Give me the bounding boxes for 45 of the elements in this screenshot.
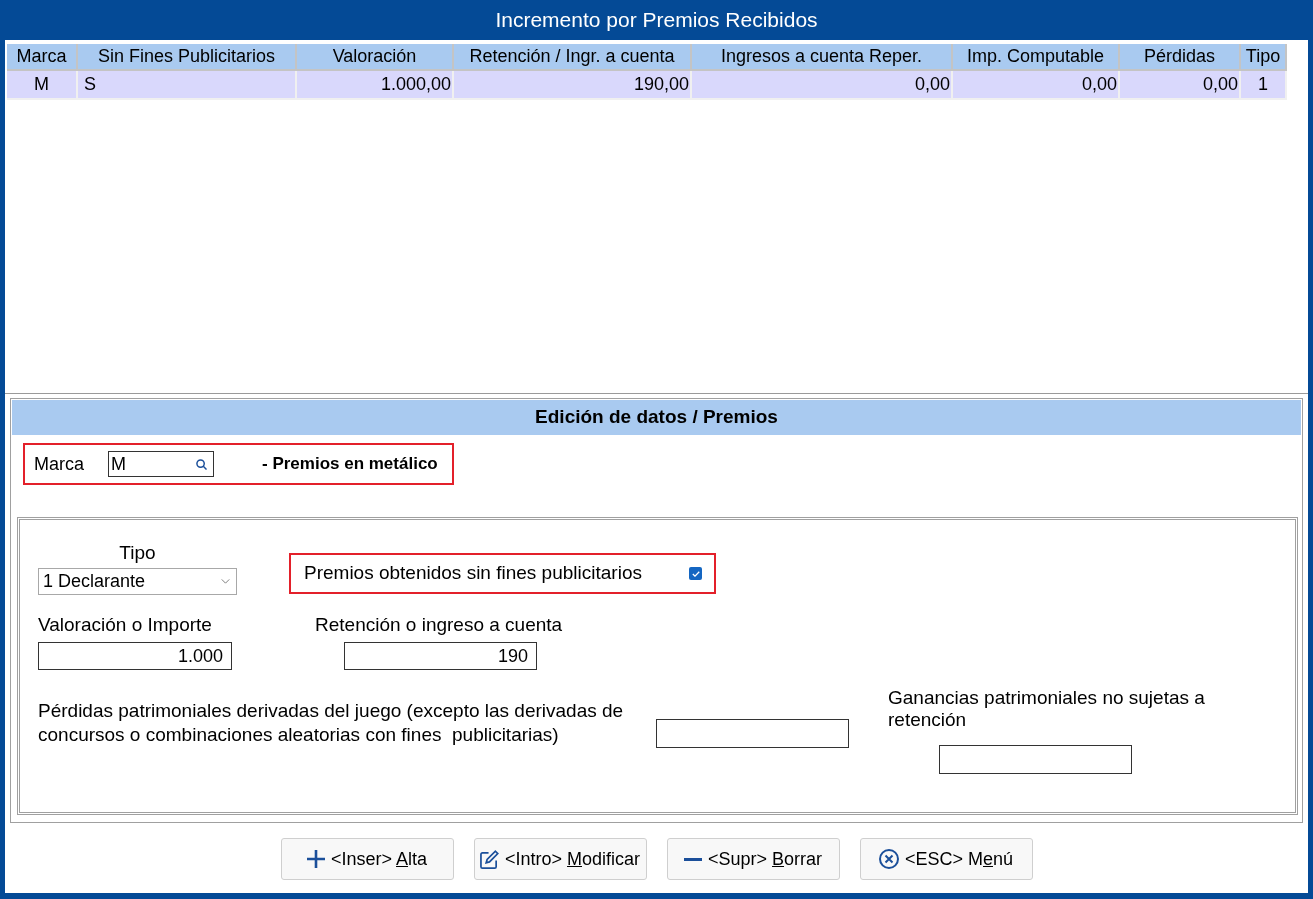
field-label: Valoración o Importe bbox=[38, 614, 213, 636]
column-header[interactable]: Marca bbox=[7, 44, 78, 71]
table-cell-text: 0,00 bbox=[914, 73, 950, 96]
column-header[interactable]: Pérdidas bbox=[1120, 44, 1241, 71]
circle-x-icon bbox=[878, 849, 899, 869]
column-header[interactable]: Valoración bbox=[297, 44, 454, 71]
field-label: Retención o ingreso a cuenta bbox=[315, 614, 563, 636]
checkbox-label: Premios obtenidos sin fines publicitarios bbox=[304, 561, 642, 586]
column-header[interactable]: Imp. Computable bbox=[953, 44, 1120, 71]
column-header[interactable]: Tipo bbox=[1241, 44, 1287, 71]
table-cell-text: 190,00 bbox=[633, 73, 689, 96]
checkbox[interactable] bbox=[689, 567, 702, 580]
add-button[interactable]: <Inser> Alta bbox=[280, 838, 454, 880]
column-header[interactable]: Retención / Ingr. a cuenta bbox=[454, 44, 692, 71]
field-label: Pérdidas patrimoniales derivadas del juego (excepto las derivadas de concursos o combinaciones aleatorias con fines publicitarias) bbox=[38, 699, 625, 747]
retencion-field[interactable]: 190 bbox=[344, 642, 537, 670]
table-cell-text: M bbox=[34, 73, 49, 96]
pencil-square-icon bbox=[479, 849, 499, 869]
table-cell-text: 1 bbox=[1258, 73, 1268, 96]
remove-button[interactable]: <Supr> Borrar bbox=[666, 838, 840, 880]
perdidas-field[interactable] bbox=[656, 719, 849, 748]
field-label: Tipo bbox=[119, 542, 156, 564]
search-icon[interactable] bbox=[196, 458, 207, 470]
table-cell-text: 0,00 bbox=[1081, 73, 1117, 96]
exit-button[interactable]: <ESC> Menú bbox=[859, 838, 1033, 880]
panel-title: Edición de datos / Premios bbox=[535, 405, 778, 430]
minus-icon bbox=[683, 857, 702, 861]
column-header[interactable]: Ingresos a cuenta Reper. bbox=[692, 44, 953, 71]
table-cell-text: S bbox=[84, 73, 96, 96]
column-header[interactable]: Sin Fines Publicitarios bbox=[78, 44, 297, 71]
check-icon bbox=[691, 570, 700, 577]
edit-button[interactable]: <Intro> Modificar bbox=[473, 838, 647, 880]
table-cell-text: 1.000,00 bbox=[380, 73, 451, 96]
plus-icon bbox=[306, 850, 325, 868]
tipo-dropdown[interactable]: 1 Declarante bbox=[38, 568, 237, 595]
field-label: Marca bbox=[34, 452, 85, 476]
ganancias-field[interactable] bbox=[939, 745, 1132, 774]
marca-description: - Premios en metálico bbox=[262, 453, 438, 476]
window-title: Incremento por Premios Recibidos bbox=[495, 7, 818, 34]
marca-field[interactable]: M bbox=[108, 451, 214, 477]
valoracion-field[interactable]: 1.000 bbox=[38, 642, 232, 670]
field-label: Ganancias patrimoniales no sujetas a retención bbox=[888, 687, 1206, 731]
table-cell-text: 0,00 bbox=[1202, 73, 1238, 96]
chevron-down-icon bbox=[221, 579, 230, 584]
table-row[interactable]: M S 1.000,00 190,00 0,00 0,00 0,00 1 bbox=[7, 71, 1287, 98]
